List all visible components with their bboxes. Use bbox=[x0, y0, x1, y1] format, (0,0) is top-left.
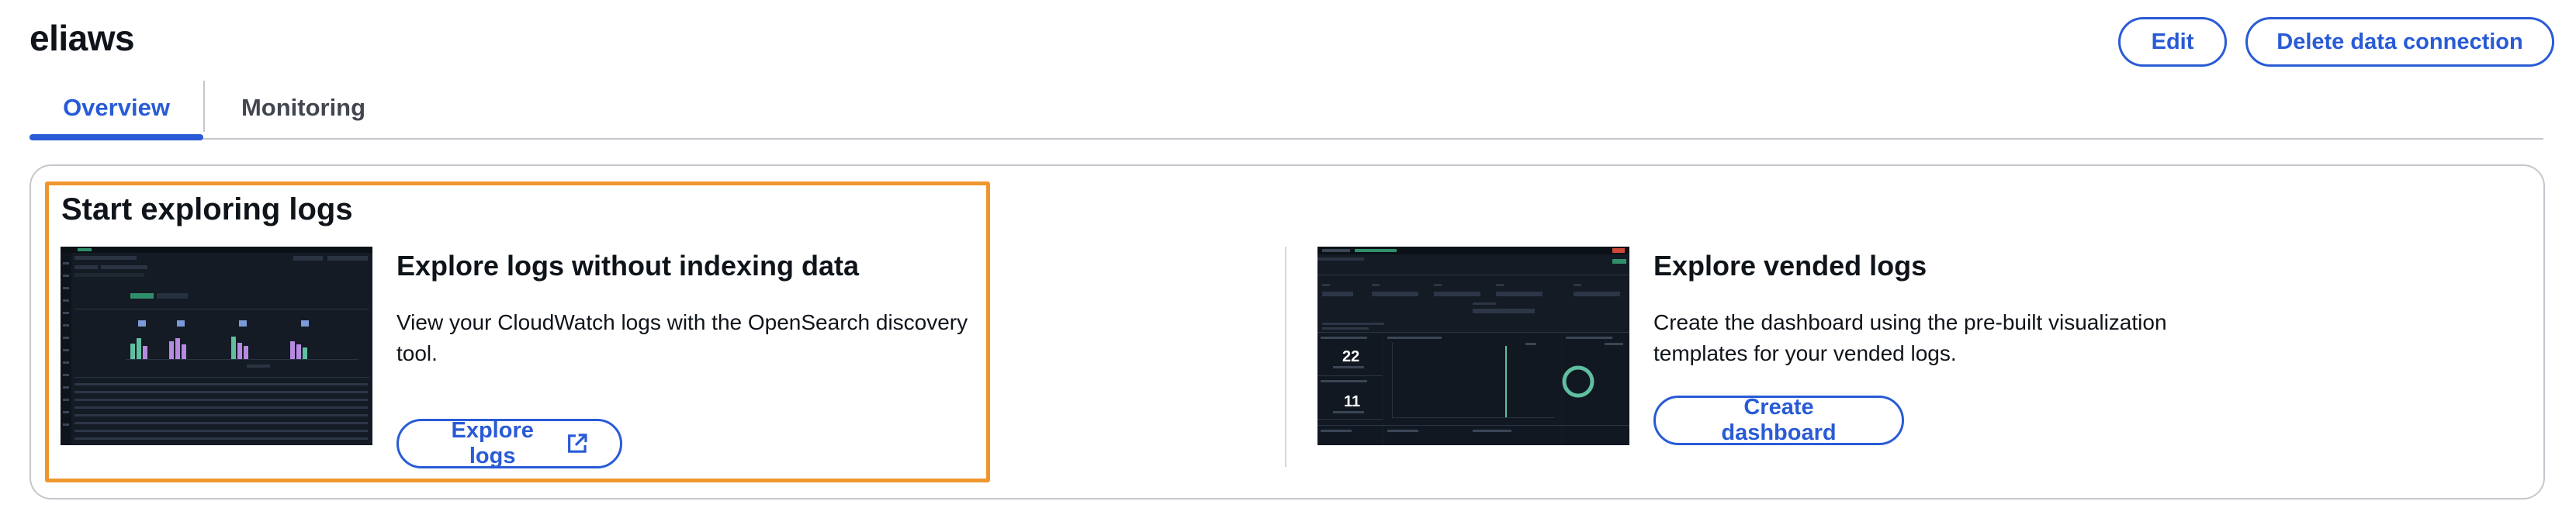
page-title: eliaws bbox=[29, 18, 135, 58]
tabs: Overview Monitoring bbox=[29, 78, 2543, 140]
create-dashboard-button[interactable]: Create dashboard bbox=[1653, 395, 1904, 445]
explore-logs-label: Explore logs bbox=[451, 418, 534, 468]
explore-logs-description: View your CloudWatch logs with the OpenS… bbox=[396, 310, 968, 365]
vended-logs-description: Create the dashboard using the pre-built… bbox=[1653, 310, 2167, 365]
discover-preview-image bbox=[61, 247, 372, 445]
section-divider bbox=[1285, 247, 1286, 467]
explore-logs-button[interactable]: Explore logs bbox=[396, 418, 622, 468]
dashboard-preview-image: 22 11 bbox=[1317, 247, 1629, 445]
section-heading: Start exploring logs bbox=[61, 192, 353, 226]
metric-value-2: 11 bbox=[1344, 393, 1360, 410]
explore-logs-title: Explore logs without indexing data bbox=[396, 250, 860, 282]
metric-value-1: 22 bbox=[1342, 348, 1359, 365]
header-actions: Edit Delete data connection bbox=[2118, 17, 2554, 67]
delete-data-connection-button[interactable]: Delete data connection bbox=[2245, 17, 2554, 67]
edit-button[interactable]: Edit bbox=[2118, 17, 2227, 67]
tab-monitoring[interactable]: Monitoring bbox=[205, 78, 402, 138]
vended-logs-title: Explore vended logs bbox=[1653, 250, 1927, 282]
tab-overview[interactable]: Overview bbox=[29, 78, 203, 140]
external-link-icon bbox=[568, 434, 587, 453]
